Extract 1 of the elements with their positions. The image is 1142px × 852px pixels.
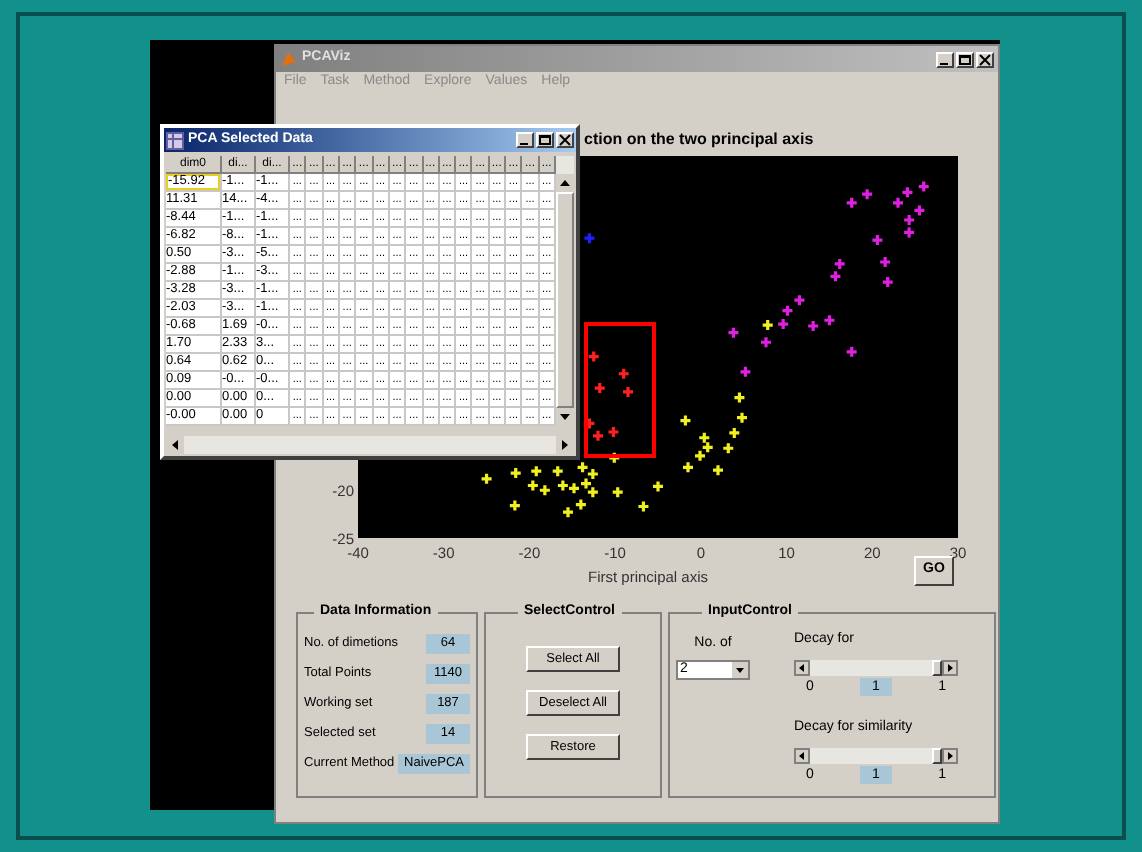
chart-title: ction on the two principal axis [584, 130, 814, 148]
